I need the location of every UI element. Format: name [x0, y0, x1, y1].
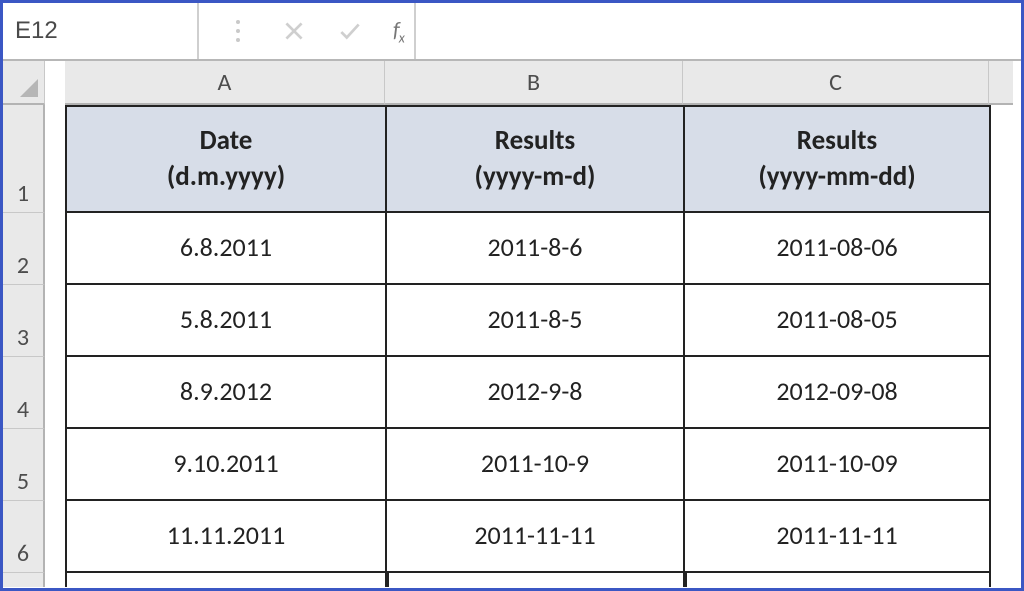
header-cell-c[interactable]: Results(yyyy-mm-dd) — [685, 105, 991, 213]
table-row-tail — [3, 573, 1021, 587]
row-header[interactable]: 3 — [3, 285, 45, 357]
table-row: 3 5.8.2011 2011-8-5 2011-08-05 — [3, 285, 1021, 357]
cell[interactable]: 2011-08-06 — [685, 213, 991, 285]
header-cell-a[interactable]: Date(d.m.yyyy) — [65, 105, 387, 213]
cell[interactable]: 6.8.2011 — [65, 213, 387, 285]
column-headers: A B C — [3, 61, 1021, 105]
cell[interactable]: 9.10.2011 — [65, 429, 387, 501]
cell[interactable]: 2012-09-08 — [685, 357, 991, 429]
excel-window: fx A B C 1 Date(d.m.yyyy) Results(yyyy-m… — [0, 0, 1024, 591]
cell[interactable]: 2012-9-8 — [387, 357, 685, 429]
select-all-corner[interactable] — [3, 61, 45, 105]
insert-function-icon[interactable]: fx — [393, 16, 404, 46]
formula-bar-buttons: fx — [199, 3, 416, 59]
cell[interactable]: 2011-08-05 — [685, 285, 991, 357]
table-row: 5 9.10.2011 2011-10-9 2011-10-09 — [3, 429, 1021, 501]
column-header-c[interactable]: C — [683, 61, 989, 105]
row-header[interactable]: 5 — [3, 429, 45, 501]
cell-tail — [387, 573, 685, 587]
cell[interactable]: 2011-10-09 — [685, 429, 991, 501]
cell-tail — [685, 573, 991, 587]
column-header-a[interactable]: A — [65, 61, 385, 105]
table-row: 2 6.8.2011 2011-8-6 2011-08-06 — [3, 213, 1021, 285]
cancel-icon[interactable] — [281, 18, 307, 44]
table-row: 6 11.11.2011 2011-11-11 2011-11-11 — [3, 501, 1021, 573]
row-header[interactable]: 4 — [3, 357, 45, 429]
table-header-row: 1 Date(d.m.yyyy) Results(yyyy-m-d) Resul… — [3, 105, 1021, 213]
cell[interactable]: 2011-11-11 — [387, 501, 685, 573]
cell[interactable]: 5.8.2011 — [65, 285, 387, 357]
formula-input[interactable] — [416, 14, 1021, 48]
header-cell-b[interactable]: Results(yyyy-m-d) — [387, 105, 685, 213]
row-header-tail — [3, 573, 45, 587]
spreadsheet-grid: A B C 1 Date(d.m.yyyy) Results(yyyy-m-d)… — [3, 61, 1021, 588]
table-row: 4 8.9.2012 2012-9-8 2012-09-08 — [3, 357, 1021, 429]
enter-icon[interactable] — [337, 18, 363, 44]
cell[interactable]: 2011-10-9 — [387, 429, 685, 501]
formula-bar: fx — [3, 3, 1021, 61]
cell-tail — [65, 573, 387, 587]
drag-handle-icon — [225, 18, 251, 44]
row-header-1[interactable]: 1 — [3, 105, 45, 213]
row-header[interactable]: 2 — [3, 213, 45, 285]
row-header[interactable]: 6 — [3, 501, 45, 573]
name-box-wrap[interactable] — [3, 3, 199, 59]
column-header-b[interactable]: B — [385, 61, 683, 105]
cell[interactable]: 2011-11-11 — [685, 501, 991, 573]
cell[interactable]: 2011-8-5 — [387, 285, 685, 357]
cell[interactable]: 11.11.2011 — [65, 501, 387, 573]
column-header-tail — [989, 61, 1013, 105]
cell[interactable]: 8.9.2012 — [65, 357, 387, 429]
cell[interactable]: 2011-8-6 — [387, 213, 685, 285]
grid-rows: 1 Date(d.m.yyyy) Results(yyyy-m-d) Resul… — [3, 105, 1021, 588]
